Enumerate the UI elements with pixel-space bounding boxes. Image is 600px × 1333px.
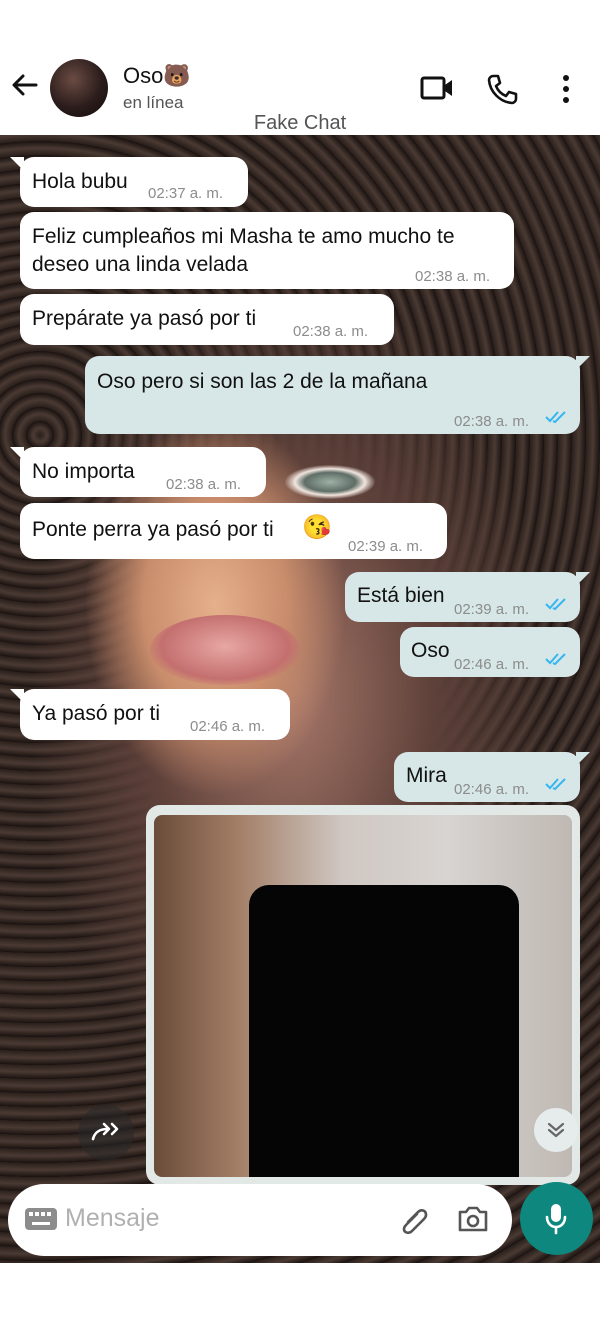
read-ticks-icon [545,653,566,666]
bottom-spacer [0,1263,600,1333]
wallpaper-eye [285,465,375,499]
scroll-down-button[interactable] [534,1108,578,1152]
message-bubble[interactable]: Ponte perra ya pasó por ti 😘 02:39 a. m. [20,503,447,559]
message-text-line: Feliz cumpleaños mi Masha te amo mucho t… [32,225,455,248]
kiss-emoji-icon: 😘 [302,514,332,541]
video-call-icon[interactable] [420,75,454,101]
message-text-line: deseo una linda velada [32,253,249,276]
forward-button[interactable] [78,1105,134,1161]
read-ticks-icon [545,411,566,424]
message-time: 02:38 a. m. [415,268,491,285]
image-message[interactable] [146,805,580,1185]
chat-header: Oso🐻 en línea Fake Chat [0,0,600,135]
message-time: 02:39 a. m. [348,538,424,555]
message-bubble[interactable]: Mira 02:46 a. m. [394,752,580,802]
contact-name[interactable]: Oso🐻 [123,63,191,89]
message-bubble[interactable]: Oso 02:46 a. m. [400,627,580,677]
microphone-icon[interactable] [544,1202,568,1236]
message-time: 02:37 a. m. [148,185,224,202]
message-bubble[interactable]: Hola bubu 02:37 a. m. [20,157,248,207]
camera-icon[interactable] [457,1205,489,1233]
message-text: Ponte perra ya pasó por ti [32,518,274,541]
image-photo[interactable] [154,815,572,1177]
message-time: 02:46 a. m. [190,718,266,735]
message-bubble[interactable]: Feliz cumpleaños mi Masha te amo mucho t… [20,212,514,289]
message-text: Oso [411,639,450,662]
wallpaper-lips [150,615,300,685]
message-bubble[interactable]: No importa 02:38 a. m. [20,447,266,497]
message-text: Está bien [357,584,445,607]
message-time: 02:39 a. m. [454,601,530,618]
message-time: 02:46 a. m. [454,781,530,798]
avatar[interactable] [50,59,108,117]
message-input[interactable]: Mensaje [65,1204,160,1233]
message-text: Prepárate ya pasó por ti [32,307,257,330]
message-time: 02:38 a. m. [166,476,242,493]
read-ticks-icon [545,598,566,611]
photo-dress [249,885,519,1177]
message-time: 02:38 a. m. [293,323,369,340]
message-bubble[interactable]: Prepárate ya pasó por ti 02:38 a. m. [20,294,394,345]
watermark: Fake Chat [253,112,347,134]
phone-icon[interactable] [486,73,518,105]
message-bubble[interactable]: Está bien 02:39 a. m. [345,572,580,622]
forward-icon [91,1122,119,1141]
message-text: Ya pasó por ti [32,702,161,725]
message-bubble[interactable]: Ya pasó por ti 02:46 a. m. [20,689,290,740]
message-text: Hola bubu [32,170,128,193]
more-options-icon[interactable] [559,74,573,104]
message-text: Oso pero si son las 2 de la mañana [97,370,428,393]
back-arrow-icon[interactable] [10,70,40,100]
message-time: 02:38 a. m. [454,413,530,430]
message-text: Mira [406,764,447,787]
message-bubble[interactable]: Oso pero si son las 2 de la mañana 02:38… [85,356,580,434]
double-chevron-down-icon [547,1122,565,1138]
keyboard-icon[interactable] [24,1207,58,1231]
attach-icon[interactable] [398,1204,432,1238]
contact-status: en línea [123,93,184,112]
message-text: No importa [32,460,135,483]
message-time: 02:46 a. m. [454,656,530,673]
read-ticks-icon [545,778,566,791]
